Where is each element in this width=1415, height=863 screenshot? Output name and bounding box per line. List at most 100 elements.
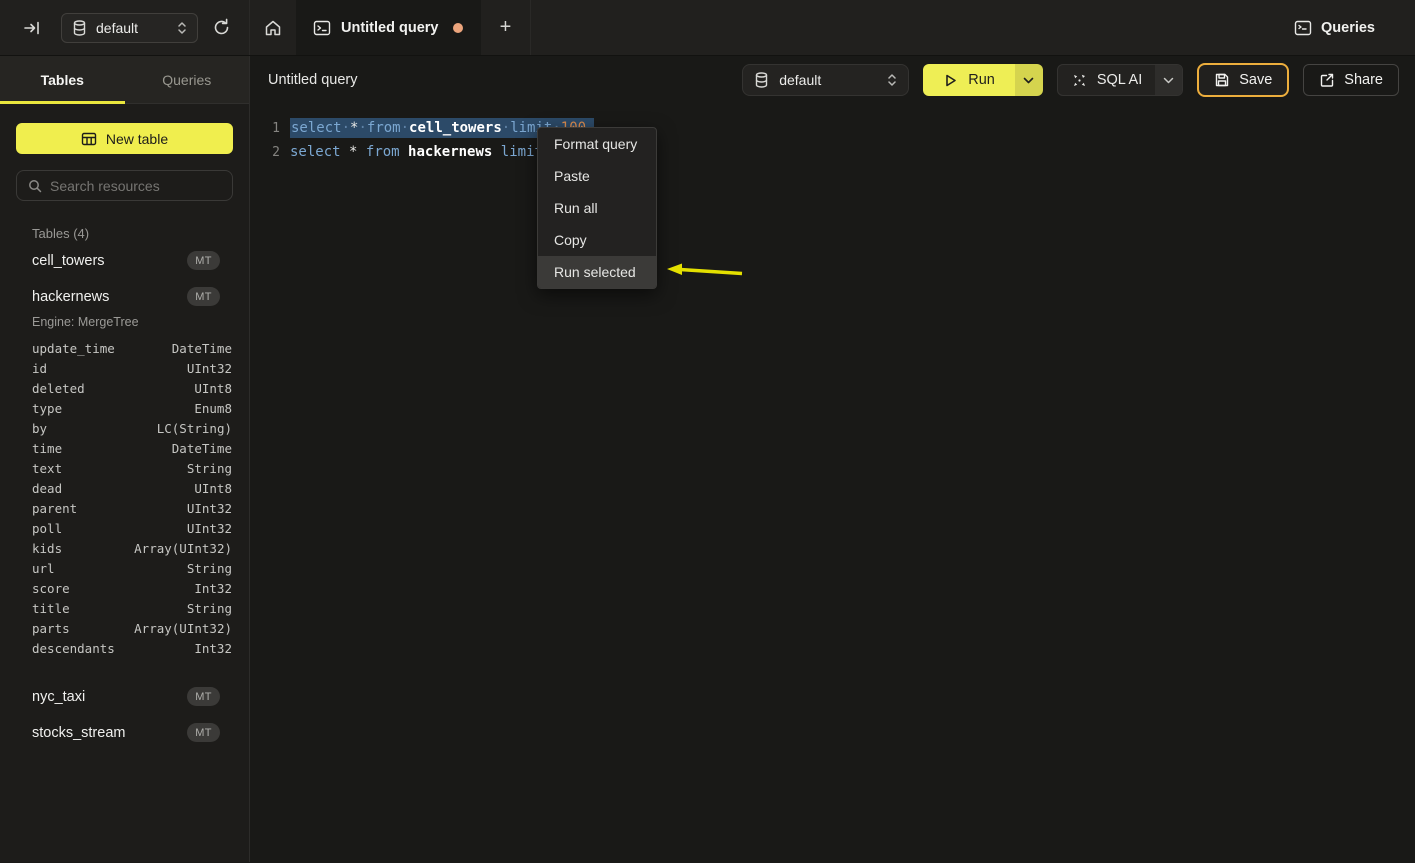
- column-name: dead: [32, 481, 194, 496]
- column-row: byLC(String): [32, 418, 232, 438]
- collapse-sidebar-icon: [23, 19, 41, 37]
- tab-untitled-query[interactable]: Untitled query: [296, 0, 481, 55]
- unsaved-changes-dot: [453, 23, 463, 33]
- column-row: update_timeDateTime: [32, 338, 232, 358]
- column-name: id: [32, 361, 187, 376]
- column-type: LC(String): [157, 421, 232, 436]
- save-icon: [1214, 72, 1230, 88]
- sidebar-tabs: Tables Queries: [0, 56, 249, 104]
- column-name: by: [32, 421, 157, 436]
- context-menu-item-run-selected[interactable]: Run selected: [538, 256, 656, 288]
- editor-line[interactable]: 2select * from hackernews limit: [250, 140, 1415, 164]
- column-row: timeDateTime: [32, 438, 232, 458]
- code-token: ·: [358, 120, 366, 136]
- code-token: [357, 144, 365, 160]
- new-table-button[interactable]: New table: [16, 123, 233, 154]
- save-button[interactable]: Save: [1197, 63, 1289, 97]
- table-row-nyc-taxi[interactable]: nyc_taxi MT: [0, 680, 249, 713]
- toolbar-database-selector[interactable]: default: [742, 64, 909, 96]
- tables-section-label: Tables (4): [32, 226, 249, 241]
- sql-editor[interactable]: 1select·*·from·cell_towers·limit·1002sel…: [250, 104, 1415, 862]
- code-token: ·: [401, 120, 409, 136]
- sql-ai-split-button: SQL AI: [1057, 64, 1183, 96]
- queries-button[interactable]: Queries: [1294, 0, 1415, 55]
- table-name: stocks_stream: [32, 725, 187, 741]
- query-toolbar: Untitled query default: [250, 56, 1415, 104]
- column-row: deletedUInt8: [32, 378, 232, 398]
- table-name: cell_towers: [32, 253, 187, 269]
- play-icon: [943, 73, 958, 88]
- table-row-hackernews[interactable]: hackernews MT: [0, 280, 249, 313]
- line-number: 2: [250, 145, 280, 160]
- code-token: from: [366, 144, 400, 160]
- code-token: hackernews: [408, 144, 492, 160]
- column-name: text: [32, 461, 187, 476]
- home-icon: [264, 19, 282, 37]
- database-selector-value: default: [96, 20, 168, 36]
- table-row-cell-towers[interactable]: cell_towers MT: [0, 244, 249, 277]
- line-number: 1: [250, 121, 280, 136]
- context-menu-item-format-query[interactable]: Format query: [538, 128, 656, 160]
- column-type: DateTime: [172, 341, 232, 356]
- run-label: Run: [968, 72, 995, 88]
- table-name: nyc_taxi: [32, 689, 187, 705]
- share-button[interactable]: Share: [1303, 64, 1399, 96]
- collapse-sidebar-button[interactable]: [23, 19, 41, 37]
- home-tab-button[interactable]: [250, 0, 296, 55]
- new-table-label: New table: [106, 131, 168, 147]
- column-row: titleString: [32, 598, 232, 618]
- column-name: descendants: [32, 641, 194, 656]
- save-label: Save: [1239, 72, 1272, 88]
- column-name: time: [32, 441, 172, 456]
- table-row-stocks-stream[interactable]: stocks_stream MT: [0, 716, 249, 749]
- column-row: kidsArray(UInt32): [32, 538, 232, 558]
- sidebar: Tables Queries New table Tables (4): [0, 56, 250, 862]
- run-options-button[interactable]: [1015, 64, 1043, 96]
- toolbar-database-value: default: [779, 72, 877, 88]
- column-row: textString: [32, 458, 232, 478]
- code-token: [400, 144, 408, 160]
- column-name: update_time: [32, 341, 172, 356]
- table-name: hackernews: [32, 289, 187, 305]
- code-token: [341, 144, 349, 160]
- column-row: descendantsInt32: [32, 638, 232, 658]
- new-tab-button[interactable]: +: [481, 0, 531, 55]
- sql-ai-button[interactable]: SQL AI: [1058, 65, 1155, 95]
- search-icon: [28, 179, 42, 193]
- code-token: cell_towers: [409, 120, 502, 136]
- top-bar: default: [0, 0, 1415, 56]
- database-icon: [72, 20, 87, 36]
- sidebar-tab-tables[interactable]: Tables: [0, 56, 125, 103]
- column-type: Array(UInt32): [134, 541, 232, 556]
- sql-ai-label: SQL AI: [1097, 72, 1142, 88]
- column-type: UInt32: [187, 361, 232, 376]
- sql-ai-options-button[interactable]: [1155, 65, 1182, 95]
- editor-context-menu: Format queryPasteRun allCopyRun selected: [537, 127, 657, 289]
- refresh-button[interactable]: [212, 18, 231, 37]
- column-name: deleted: [32, 381, 194, 396]
- search-input[interactable]: [50, 178, 221, 194]
- code-token: select: [290, 144, 341, 160]
- table-grid-icon: [81, 131, 97, 147]
- code-token: ·: [502, 120, 510, 136]
- engine-badge: MT: [187, 251, 220, 270]
- sidebar-tab-queries[interactable]: Queries: [125, 56, 250, 103]
- engine-label: Engine: MergeTree: [32, 315, 249, 329]
- column-type: DateTime: [172, 441, 232, 456]
- column-type: UInt8: [194, 381, 232, 396]
- column-row: idUInt32: [32, 358, 232, 378]
- terminal-icon: [313, 19, 331, 37]
- database-selector[interactable]: default: [61, 13, 198, 43]
- column-name: parent: [32, 501, 187, 516]
- queries-icon: [1294, 19, 1312, 37]
- column-row: partsArray(UInt32): [32, 618, 232, 638]
- editor-line[interactable]: 1select·*·from·cell_towers·limit·100: [250, 116, 1415, 140]
- context-menu-item-copy[interactable]: Copy: [538, 224, 656, 256]
- context-menu-item-paste[interactable]: Paste: [538, 160, 656, 192]
- context-menu-item-run-all[interactable]: Run all: [538, 192, 656, 224]
- column-type: Int32: [194, 581, 232, 596]
- column-name: type: [32, 401, 194, 416]
- column-row: pollUInt32: [32, 518, 232, 538]
- run-button[interactable]: Run: [923, 64, 1015, 96]
- chevron-down-icon: [1023, 77, 1034, 84]
